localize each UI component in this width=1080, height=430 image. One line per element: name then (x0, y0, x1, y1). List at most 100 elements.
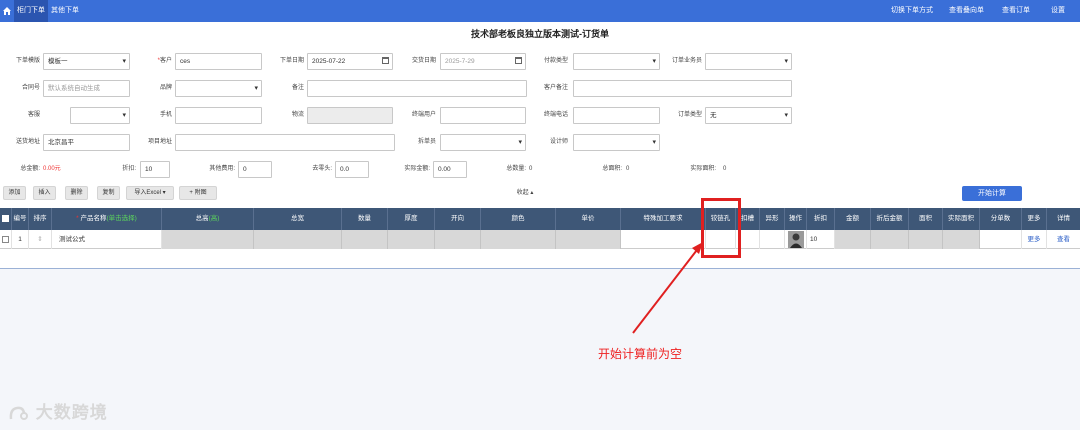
disassembler-select[interactable] (440, 134, 526, 151)
end-user-input[interactable] (440, 107, 526, 124)
customer-remark-input[interactable] (573, 80, 792, 97)
highlight-box (701, 198, 741, 258)
total-amount-label: 总金额: (20, 166, 40, 172)
logistics-input[interactable] (307, 107, 393, 124)
watermark: 大数跨境 (8, 398, 108, 423)
header-operation: 操作 (785, 208, 807, 230)
row-thickness-cell[interactable] (388, 230, 435, 249)
row-checkbox[interactable] (0, 230, 12, 249)
service-label: 客服 (27, 112, 40, 118)
select-all-checkbox[interactable] (0, 208, 12, 230)
header-thickness: 厚度 (388, 208, 435, 230)
settings-link[interactable]: 设置 (1048, 0, 1068, 22)
table-row: 1 ⇕ 测试公式 10 更多 查看 (0, 230, 1080, 249)
calendar-icon[interactable] (515, 57, 522, 64)
header-discounted-amount: 折后金额 (871, 208, 909, 230)
row-detail-link[interactable]: 查看 (1047, 230, 1080, 249)
project-address-textarea[interactable] (175, 134, 395, 151)
view-orders-link[interactable]: 查看订单 (999, 0, 1033, 22)
header-height-sub: (高) (208, 215, 220, 222)
header-height-label: 总高 (195, 215, 209, 222)
empty-table-area (0, 268, 1080, 430)
end-phone-input[interactable] (573, 107, 660, 124)
row-special-cell[interactable] (621, 230, 706, 249)
payment-type-select[interactable] (573, 53, 660, 70)
contract-input[interactable]: 默认系统自动生成 (43, 80, 130, 97)
view-stack-order-link[interactable]: 查看叠向单 (946, 0, 987, 22)
row-operation-cell[interactable] (785, 230, 807, 249)
header-detail: 详情 (1057, 215, 1070, 222)
header-product: * 产品名称(单击选择) (52, 208, 162, 230)
disassembler-label: 拆单员 (417, 139, 436, 145)
home-icon[interactable] (0, 0, 14, 22)
total-area-label: 总面积: (602, 166, 622, 172)
tab-door-order[interactable]: 柜门下单 (14, 0, 48, 22)
customer-input[interactable]: ces (175, 53, 262, 70)
remark-textarea[interactable] (307, 80, 527, 97)
actual-area-label: 实际面积: (690, 166, 716, 172)
header-height: 总高(高) (162, 208, 254, 230)
insert-button[interactable]: 插入 (33, 186, 56, 200)
row-color-cell[interactable] (481, 230, 556, 249)
discount-input[interactable]: 10 (140, 161, 170, 178)
designer-select[interactable] (573, 134, 660, 151)
actual-amount-label: 实际金额: (404, 166, 430, 172)
copy-button[interactable]: 复制 (97, 186, 120, 200)
order-date-input[interactable]: 2025-07-22 (307, 53, 393, 70)
header-split-count: 分单数 (980, 208, 1022, 230)
header-color: 颜色 (481, 208, 556, 230)
header-width: 总宽 (254, 208, 342, 230)
rounding-input[interactable]: 0.0 (335, 161, 369, 178)
row-amount-cell (835, 230, 871, 249)
order-type-select[interactable]: 无 (705, 107, 792, 124)
watermark-logo-icon (9, 406, 28, 420)
tab-other-order[interactable]: 其他下单 (48, 0, 82, 22)
actual-amount-input[interactable]: 0.00 (433, 161, 467, 178)
row-qty-cell[interactable] (342, 230, 388, 249)
actual-area-value: 0 (723, 166, 727, 172)
salesman-select[interactable] (705, 53, 792, 70)
order-date-value: 2025-07-22 (312, 58, 346, 65)
row-discount[interactable]: 10 (807, 230, 835, 249)
switch-order-mode-link[interactable]: 切换下单方式 (888, 0, 936, 22)
row-height-cell[interactable] (162, 230, 254, 249)
drag-handle-icon[interactable]: ⇕ (29, 230, 52, 249)
row-shape-cell[interactable] (760, 230, 785, 249)
row-width-cell[interactable] (254, 230, 342, 249)
row-more-link[interactable]: 更多 (1022, 230, 1047, 249)
row-discounted-amount-cell (871, 230, 909, 249)
row-opening-cell[interactable] (435, 230, 481, 249)
row-split-count-cell[interactable] (980, 230, 1022, 249)
row-product[interactable]: 测试公式 (52, 230, 162, 249)
header-product-label: 产品名称 (80, 215, 107, 222)
page-title: 技术部老板良独立版本测试-订货单 (471, 29, 609, 39)
row-area-cell (909, 230, 943, 249)
total-qty-label: 总数量: (506, 166, 526, 172)
brand-select[interactable] (175, 80, 262, 97)
mobile-label: 手机 (159, 112, 172, 118)
header-shape: 异形 (760, 208, 785, 230)
service-select[interactable] (70, 107, 130, 124)
mobile-input[interactable] (175, 107, 262, 124)
order-date-label: 下单日期 (279, 58, 304, 64)
calendar-icon[interactable] (382, 57, 389, 64)
delivery-date-input[interactable]: 2025-7-29 (440, 53, 526, 70)
template-select[interactable]: 模板一 (43, 53, 130, 70)
header-amount: 金额 (835, 208, 871, 230)
attach-image-button[interactable]: + 附图 (179, 186, 217, 200)
header-qty: 数量 (342, 208, 388, 230)
start-calc-button[interactable]: 开始计算 (962, 186, 1022, 201)
header-opening: 开向 (435, 208, 481, 230)
discount-label: 折扣: (122, 166, 136, 172)
end-user-label: 终端用户 (411, 112, 436, 118)
person-avatar-icon[interactable] (787, 230, 804, 248)
other-fee-input[interactable]: 0 (238, 161, 272, 178)
row-price-cell[interactable] (556, 230, 621, 249)
payment-type-label: 付款类型 (543, 58, 568, 64)
delete-button[interactable]: 删除 (65, 186, 88, 200)
address-input[interactable]: 北京昌平 (43, 134, 130, 151)
import-excel-button[interactable]: 导入Excel ▾ (126, 186, 174, 200)
add-button[interactable]: 添加 (3, 186, 26, 200)
collapse-toggle[interactable]: 收起 ▴ (505, 185, 545, 201)
header-more: 更多 (1022, 208, 1047, 230)
